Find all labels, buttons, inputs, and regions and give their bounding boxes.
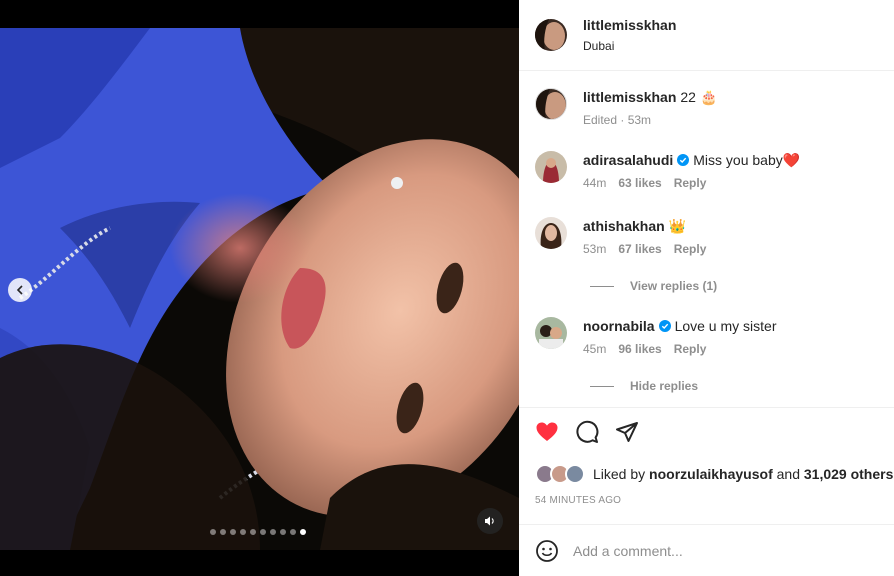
share-icon[interactable] bbox=[615, 420, 639, 444]
reply-button[interactable]: Reply bbox=[674, 242, 707, 256]
heart-icon[interactable] bbox=[535, 420, 559, 444]
post-header: littlemisskhan Dubai bbox=[519, 0, 894, 71]
liker-avatars[interactable] bbox=[535, 464, 587, 484]
divider bbox=[590, 385, 614, 387]
caption-row: littlemisskhan 22 🎂 Edited · 53m bbox=[535, 88, 878, 127]
liked-by-others[interactable]: 31,029 others bbox=[804, 466, 894, 482]
comment-text: Miss you baby❤️ bbox=[693, 152, 801, 168]
carousel-dot bbox=[220, 529, 226, 535]
caption-text: 22 bbox=[680, 89, 696, 105]
post-dialog: littlemisskhan Dubai littlemisskhan 22 🎂 bbox=[0, 0, 894, 576]
author-username[interactable]: littlemisskhan bbox=[583, 17, 676, 33]
sound-toggle-button[interactable] bbox=[477, 508, 503, 534]
reply-button[interactable]: Reply bbox=[674, 342, 707, 356]
post-video[interactable] bbox=[0, 28, 519, 550]
comment-text: 👑 bbox=[668, 218, 687, 234]
post-location[interactable]: Dubai bbox=[583, 39, 676, 53]
reply-button[interactable]: Reply bbox=[674, 176, 707, 190]
comment-time[interactable]: 53m bbox=[583, 242, 606, 256]
hide-replies-label: Hide replies bbox=[630, 379, 699, 393]
view-replies-label: View replies (1) bbox=[630, 279, 718, 293]
emoji-icon[interactable] bbox=[535, 539, 559, 563]
comment-username[interactable]: athishakhan bbox=[583, 217, 665, 235]
author-avatar[interactable] bbox=[535, 88, 567, 120]
comment-row: athishakhan 👑 53m 67 likes Reply bbox=[535, 217, 878, 256]
comment-text: Love u my sister bbox=[674, 318, 777, 334]
verified-badge-icon bbox=[677, 154, 690, 166]
caption-emoji: 🎂 bbox=[699, 89, 718, 105]
carousel-indicator bbox=[210, 529, 306, 535]
view-replies-button[interactable]: View replies (1) bbox=[590, 279, 717, 293]
media-pane bbox=[0, 0, 519, 576]
comment-likes[interactable]: 63 likes bbox=[618, 176, 661, 190]
comment-icon[interactable] bbox=[575, 420, 599, 444]
speaker-icon bbox=[485, 516, 494, 526]
post-timestamp[interactable]: 54 MINUTES AGO bbox=[535, 495, 621, 506]
carousel-dot bbox=[270, 529, 276, 535]
liked-by-and: and bbox=[776, 466, 800, 482]
commenter-avatar[interactable] bbox=[535, 217, 567, 249]
commenter-avatar[interactable] bbox=[535, 317, 567, 349]
author-avatar[interactable] bbox=[535, 19, 567, 51]
likes-summary: Liked by noorzulaikhayusof and 31,029 ot… bbox=[535, 464, 893, 484]
comment-row: noornabila Love u my sister 45m 96 likes… bbox=[535, 317, 878, 356]
comment-username[interactable]: adirasalahudi bbox=[583, 151, 673, 169]
comment-input[interactable] bbox=[573, 542, 853, 559]
post-details-panel: littlemisskhan Dubai littlemisskhan 22 🎂 bbox=[519, 0, 894, 576]
liked-by-prefix: Liked by bbox=[593, 466, 646, 482]
comment-composer bbox=[519, 524, 894, 576]
divider bbox=[590, 285, 614, 287]
post-actions bbox=[535, 420, 639, 444]
chevron-left-icon bbox=[16, 285, 23, 295]
caption-username[interactable]: littlemisskhan bbox=[583, 88, 676, 106]
liked-by-user[interactable]: noorzulaikhayusof bbox=[649, 466, 773, 482]
comments-list: littlemisskhan 22 🎂 Edited · 53m adirasa… bbox=[519, 71, 894, 408]
carousel-dot bbox=[250, 529, 256, 535]
verified-badge-icon bbox=[658, 320, 671, 332]
carousel-dot bbox=[240, 529, 246, 535]
comment-row: adirasalahudi Miss you baby❤️ 44m 63 lik… bbox=[535, 151, 878, 190]
carousel-prev-button[interactable] bbox=[8, 278, 32, 302]
comment-likes[interactable]: 96 likes bbox=[618, 342, 661, 356]
hide-replies-button[interactable]: Hide replies bbox=[590, 379, 698, 393]
comment-time[interactable]: 44m bbox=[583, 176, 606, 190]
carousel-dot bbox=[210, 529, 216, 535]
comment-username[interactable]: noornabila bbox=[583, 317, 655, 335]
comment-likes[interactable]: 67 likes bbox=[618, 242, 661, 256]
carousel-dot bbox=[260, 529, 266, 535]
carousel-dot-active bbox=[300, 529, 306, 535]
caption-meta: Edited · 53m bbox=[583, 113, 652, 127]
carousel-dot bbox=[230, 529, 236, 535]
carousel-dot bbox=[280, 529, 286, 535]
commenter-avatar[interactable] bbox=[535, 151, 567, 183]
carousel-dot bbox=[290, 529, 296, 535]
comment-time[interactable]: 45m bbox=[583, 342, 606, 356]
